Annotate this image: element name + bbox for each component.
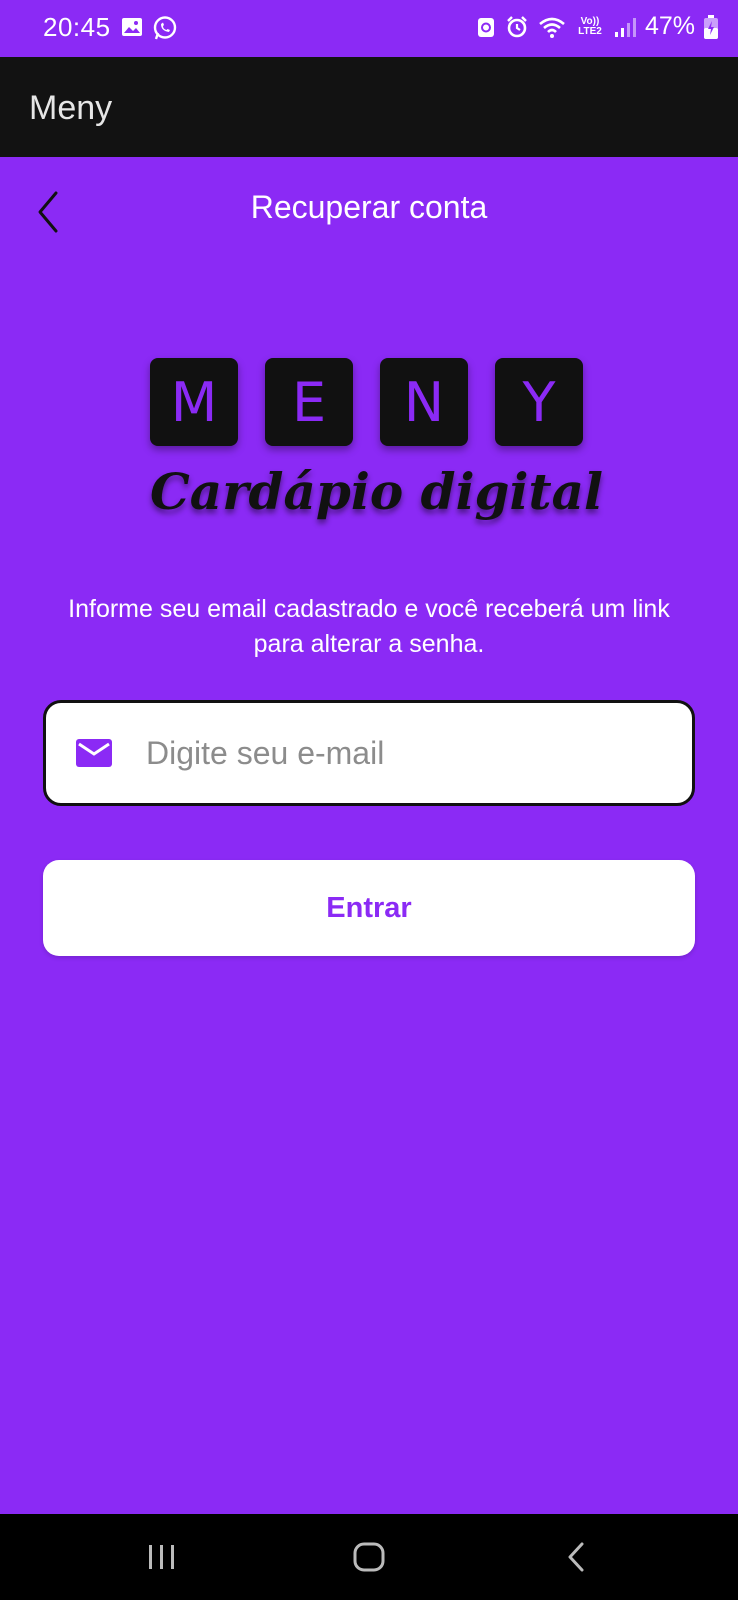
email-field[interactable]	[43, 700, 695, 806]
logo-subtitle: Cardápio digital	[150, 462, 604, 521]
whatsapp-icon	[152, 15, 178, 46]
recent-apps-icon	[149, 1545, 174, 1569]
status-notification-icons	[120, 15, 178, 46]
status-time: 20:45	[43, 12, 111, 42]
home-icon	[353, 1542, 385, 1572]
app-title: Meny	[29, 89, 113, 127]
status-bar: 20:45 Vo)) LTE2 47%	[0, 0, 738, 57]
gallery-icon	[120, 15, 144, 46]
battery-level: 47%	[644, 12, 695, 40]
system-nav-bar	[0, 1514, 738, 1600]
app-bar: Meny	[0, 57, 738, 157]
logo-tile-n: N	[380, 358, 468, 446]
page-title: Recuperar conta	[250, 189, 488, 225]
mail-icon	[76, 739, 112, 767]
instructions-text: Informe seu email cadastrado e você rece…	[68, 595, 670, 658]
network-type-label: Vo)) LTE2	[575, 15, 605, 37]
status-system-icons: Vo)) LTE2 47%	[476, 12, 718, 41]
wifi-icon	[538, 15, 566, 39]
logo-tiles: M E N Y	[150, 358, 590, 446]
network-type-text: Vo)) LTE2	[578, 15, 602, 37]
data-saver-icon	[476, 15, 496, 39]
signal-icon	[614, 16, 636, 38]
alarm-icon	[505, 15, 529, 39]
logo-tile-e: E	[265, 358, 353, 446]
recent-apps-button[interactable]	[132, 1534, 192, 1580]
page-header: Recuperar conta	[0, 157, 738, 257]
battery-icon	[704, 14, 718, 39]
logo-tile-y: Y	[495, 358, 583, 446]
nav-back-button[interactable]	[546, 1534, 606, 1580]
email-input[interactable]	[146, 703, 666, 803]
back-icon	[568, 1542, 584, 1572]
home-button[interactable]	[339, 1534, 399, 1580]
submit-button[interactable]: Entrar	[43, 860, 695, 956]
meny-logo: M E N Y Cardápio digital	[150, 358, 604, 521]
logo-tile-m: M	[150, 358, 238, 446]
